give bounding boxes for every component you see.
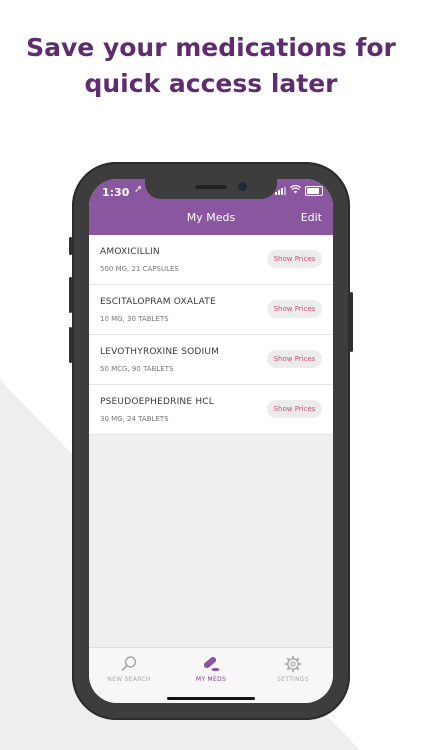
med-detail: 50 MCG, 90 TABLETS bbox=[100, 365, 174, 373]
med-name: PSEUDOEPHEDRINE HCL bbox=[100, 397, 214, 407]
wifi-icon bbox=[289, 185, 302, 197]
camera bbox=[238, 182, 247, 191]
notch bbox=[145, 179, 277, 199]
home-indicator[interactable] bbox=[167, 697, 255, 700]
status-time: 1:30 bbox=[102, 186, 130, 199]
headline-line-2: quick access later bbox=[84, 69, 338, 98]
power-button bbox=[350, 292, 353, 352]
show-prices-button[interactable]: Show Prices bbox=[267, 400, 322, 418]
tab-new-search[interactable]: NEW SEARCH bbox=[94, 654, 164, 683]
tab-label: NEW SEARCH bbox=[107, 676, 151, 683]
pill-icon bbox=[203, 656, 220, 672]
gear-icon bbox=[284, 655, 302, 673]
volume-down-button bbox=[69, 327, 72, 363]
volume-up-button bbox=[69, 277, 72, 313]
battery-icon bbox=[305, 186, 323, 196]
med-name: ESCITALOPRAM OXALATE bbox=[100, 297, 216, 307]
show-prices-button[interactable]: Show Prices bbox=[267, 300, 322, 318]
page-title: My Meds bbox=[186, 211, 236, 224]
med-detail: 30 MG, 24 TABLETS bbox=[100, 415, 169, 423]
meds-list: AMOXICILLIN 500 MG, 21 CAPSULES Show Pri… bbox=[89, 235, 333, 435]
location-arrow-icon: ➚ bbox=[134, 184, 143, 195]
phone-frame: 1:30 ➚ My Meds Edit AMOXICILLIN 500 MG, … bbox=[69, 162, 353, 720]
edit-button[interactable]: Edit bbox=[301, 211, 322, 224]
tab-bar: NEW SEARCH MY MEDS SETTINGS bbox=[89, 647, 333, 703]
headline-line-1: Save your medications for bbox=[26, 33, 396, 62]
med-name: AMOXICILLIN bbox=[100, 247, 160, 257]
cellular-signal-icon bbox=[275, 187, 286, 195]
med-name: LEVOTHYROXINE SODIUM bbox=[100, 347, 220, 357]
phone-screen: 1:30 ➚ My Meds Edit AMOXICILLIN 500 MG, … bbox=[89, 179, 333, 703]
tab-settings[interactable]: SETTINGS bbox=[258, 654, 328, 683]
list-item[interactable]: AMOXICILLIN 500 MG, 21 CAPSULES Show Pri… bbox=[89, 235, 333, 285]
speaker bbox=[195, 185, 227, 189]
list-item[interactable]: LEVOTHYROXINE SODIUM 50 MCG, 90 TABLETS … bbox=[89, 335, 333, 385]
headline: Save your medications for quick access l… bbox=[0, 30, 422, 102]
tab-my-meds[interactable]: MY MEDS bbox=[176, 654, 246, 683]
list-item[interactable]: ESCITALOPRAM OXALATE 10 MG, 30 TABLETS S… bbox=[89, 285, 333, 335]
show-prices-button[interactable]: Show Prices bbox=[267, 350, 322, 368]
tab-label: MY MEDS bbox=[195, 676, 227, 683]
search-icon bbox=[121, 656, 137, 671]
med-detail: 500 MG, 21 CAPSULES bbox=[100, 265, 179, 273]
list-item[interactable]: PSEUDOEPHEDRINE HCL 30 MG, 24 TABLETS Sh… bbox=[89, 385, 333, 435]
show-prices-button[interactable]: Show Prices bbox=[267, 250, 322, 268]
mute-switch bbox=[69, 237, 72, 255]
med-detail: 10 MG, 30 TABLETS bbox=[100, 315, 169, 323]
tab-label: SETTINGS bbox=[277, 676, 309, 683]
status-indicators bbox=[275, 185, 323, 197]
nav-bar: My Meds Edit bbox=[89, 203, 333, 235]
